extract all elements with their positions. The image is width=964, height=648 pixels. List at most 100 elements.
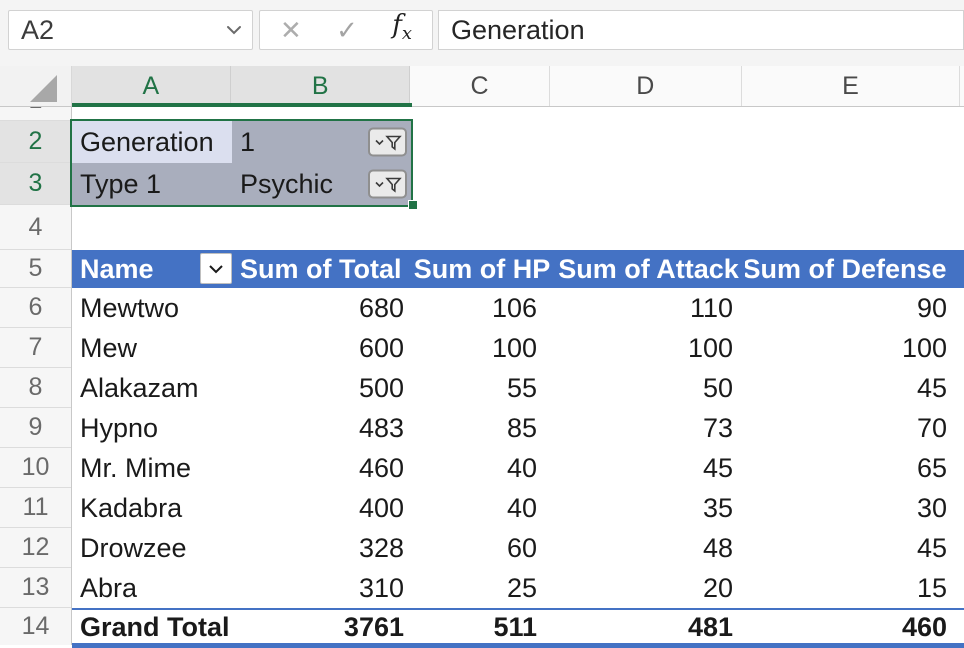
pivot-header-hp[interactable]: Sum of HP xyxy=(412,250,552,288)
column-header-A[interactable]: A xyxy=(72,66,231,106)
name-filter-dropdown-button[interactable] xyxy=(200,253,232,284)
defense-cell[interactable]: 45 xyxy=(745,368,964,408)
formula-actions: ✕ ✓ fx xyxy=(259,10,433,50)
attack-cell[interactable]: 73 xyxy=(552,408,745,448)
cell-reference: A2 xyxy=(21,15,54,46)
row-2: Generation 1 xyxy=(72,121,964,163)
row-4[interactable] xyxy=(72,205,964,250)
hp-cell[interactable]: 40 xyxy=(412,488,552,528)
column-header-B[interactable]: B xyxy=(231,66,410,106)
cell-B3-filter-value[interactable]: Psychic xyxy=(232,163,412,205)
cell-B2-filter-value[interactable]: 1 xyxy=(232,121,412,163)
pivot-header-name[interactable]: Name xyxy=(72,250,232,288)
row-header-12[interactable]: 12 xyxy=(0,528,71,568)
defense-cell[interactable]: 30 xyxy=(745,488,964,528)
row-header-2[interactable]: 2 xyxy=(0,121,71,163)
name-cell[interactable]: Hypno xyxy=(72,408,232,448)
row-header-6[interactable]: 6 xyxy=(0,288,71,328)
column-header-C[interactable]: C xyxy=(410,66,549,106)
row-header-7[interactable]: 7 xyxy=(0,328,71,368)
name-cell[interactable]: Abra xyxy=(72,568,232,608)
grand-total-attack[interactable]: 481 xyxy=(552,610,745,645)
cell-A3-filter-label[interactable]: Type 1 xyxy=(72,163,232,205)
defense-cell[interactable]: 90 xyxy=(745,288,964,328)
select-all-button[interactable] xyxy=(0,66,72,106)
total-cell[interactable]: 460 xyxy=(232,448,412,488)
type1-filter-button[interactable] xyxy=(368,170,407,199)
row-header-1[interactable]: 1 xyxy=(0,107,71,121)
row-header-14[interactable]: 14 xyxy=(0,608,71,645)
total-cell[interactable]: 483 xyxy=(232,408,412,448)
filter-funnel-icon xyxy=(374,175,402,193)
cancel-icon[interactable]: ✕ xyxy=(280,11,302,49)
name-cell[interactable]: Alakazam xyxy=(72,368,232,408)
hp-cell[interactable]: 55 xyxy=(412,368,552,408)
name-cell[interactable]: Mew xyxy=(72,328,232,368)
name-box[interactable]: A2 xyxy=(8,10,253,50)
grand-total-label[interactable]: Grand Total xyxy=(72,610,232,645)
row-1[interactable] xyxy=(72,107,964,121)
attack-cell[interactable]: 110 xyxy=(552,288,745,328)
defense-cell[interactable]: 100 xyxy=(745,328,964,368)
confirm-icon[interactable]: ✓ xyxy=(336,11,358,49)
generation-filter-button[interactable] xyxy=(368,128,407,157)
sheet-grid: 1 2 3 4 5 6 7 8 9 10 11 12 13 14 Generat… xyxy=(0,107,964,648)
hp-cell[interactable]: 100 xyxy=(412,328,552,368)
attack-cell[interactable]: 20 xyxy=(552,568,745,608)
pivot-header-attack[interactable]: Sum of Attack xyxy=(552,250,745,288)
defense-cell[interactable]: 15 xyxy=(745,568,964,608)
column-header-D[interactable]: D xyxy=(550,66,742,106)
pivot-header-total[interactable]: Sum of Total xyxy=(232,250,412,288)
row-header-4[interactable]: 4 xyxy=(0,205,71,250)
name-cell[interactable]: Drowzee xyxy=(72,528,232,568)
hp-cell[interactable]: 40 xyxy=(412,448,552,488)
defense-cell[interactable]: 65 xyxy=(745,448,964,488)
cells-area: Generation 1 Type 1 Psychic xyxy=(72,107,964,648)
attack-cell[interactable]: 50 xyxy=(552,368,745,408)
row-header-10[interactable]: 10 xyxy=(0,448,71,488)
name-cell[interactable]: Kadabra xyxy=(72,488,232,528)
total-cell[interactable]: 310 xyxy=(232,568,412,608)
row-header-5[interactable]: 5 xyxy=(0,250,71,288)
total-cell[interactable]: 680 xyxy=(232,288,412,328)
row-header-13[interactable]: 13 xyxy=(0,568,71,608)
hp-cell[interactable]: 60 xyxy=(412,528,552,568)
pivot-data-row: Alakazam 500 55 50 45 xyxy=(72,368,964,408)
pivot-data-row: Mr. Mime 460 40 45 65 xyxy=(72,448,964,488)
attack-cell[interactable]: 48 xyxy=(552,528,745,568)
formula-input[interactable]: Generation xyxy=(438,10,964,50)
grand-total-row: Grand Total 3761 511 481 460 xyxy=(72,608,964,645)
name-cell[interactable]: Mr. Mime xyxy=(72,448,232,488)
fill-handle[interactable] xyxy=(408,200,418,210)
row-header-9[interactable]: 9 xyxy=(0,408,71,448)
pivot-header-defense[interactable]: Sum of Defense xyxy=(745,250,964,288)
name-box-chevron-icon[interactable] xyxy=(226,25,242,35)
formula-bar-area: A2 ✕ ✓ fx Generation xyxy=(0,0,964,66)
total-cell[interactable]: 328 xyxy=(232,528,412,568)
column-header-E[interactable]: E xyxy=(742,66,960,106)
total-cell[interactable]: 600 xyxy=(232,328,412,368)
attack-cell[interactable]: 100 xyxy=(552,328,745,368)
grand-total-defense[interactable]: 460 xyxy=(745,610,964,645)
total-cell[interactable]: 500 xyxy=(232,368,412,408)
cell-A2-filter-label[interactable]: Generation xyxy=(72,121,232,163)
formula-text: Generation xyxy=(451,15,585,46)
grand-total-hp[interactable]: 511 xyxy=(412,610,552,645)
grand-total-total[interactable]: 3761 xyxy=(232,610,412,645)
row-header-3[interactable]: 3 xyxy=(0,163,71,205)
defense-cell[interactable]: 70 xyxy=(745,408,964,448)
column-header-band: A B C D E xyxy=(0,66,964,107)
insert-function-icon[interactable]: fx xyxy=(392,6,412,53)
row-header-8[interactable]: 8 xyxy=(0,368,71,408)
attack-cell[interactable]: 45 xyxy=(552,448,745,488)
defense-cell[interactable]: 45 xyxy=(745,528,964,568)
hp-cell[interactable]: 25 xyxy=(412,568,552,608)
hp-cell[interactable]: 106 xyxy=(412,288,552,328)
hp-cell[interactable]: 85 xyxy=(412,408,552,448)
pivot-header-row: Name Sum of Total Sum of HP Sum of Attac… xyxy=(72,250,964,288)
row-header-11[interactable]: 11 xyxy=(0,488,71,528)
attack-cell[interactable]: 35 xyxy=(552,488,745,528)
name-cell[interactable]: Mewtwo xyxy=(72,288,232,328)
filter-funnel-icon xyxy=(374,133,402,151)
total-cell[interactable]: 400 xyxy=(232,488,412,528)
